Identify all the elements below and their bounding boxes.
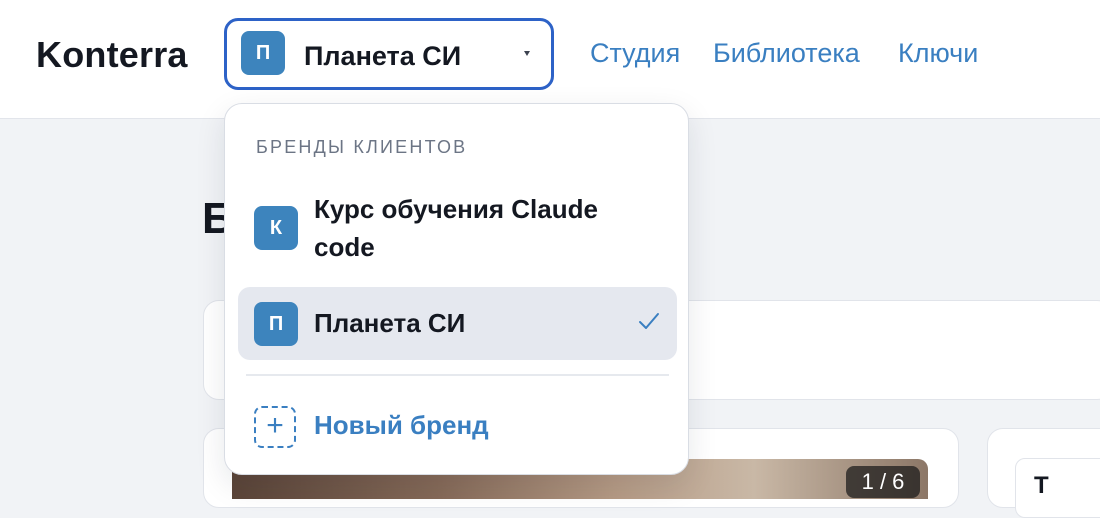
brand-select-value: Планета СИ (304, 41, 462, 71)
brand-option-label: Курс обучения Claude code (314, 194, 598, 262)
dropdown-divider (246, 374, 669, 376)
check-icon (639, 313, 659, 329)
brand-avatar: П (241, 31, 285, 75)
nav-link-library[interactable]: Библиотека (713, 38, 860, 69)
brand-dropdown-menu: БРЕНДЫ КЛИЕНТОВ К Курс обучения Claude c… (224, 103, 689, 475)
top-bar: Konterra П Планета СИ Студия Библиотека … (0, 0, 1100, 119)
dropdown-heading: БРЕНДЫ КЛИЕНТОВ (256, 137, 468, 157)
new-brand-label: Новый бренд (314, 410, 489, 440)
brand-option-planeta-si[interactable]: П Планета СИ (238, 287, 677, 360)
nav-link-studio[interactable]: Студия (590, 38, 680, 69)
new-brand-button[interactable]: + Новый бренд (238, 396, 677, 458)
media-counter-badge: 1 / 6 (846, 466, 920, 498)
brand-option-claude-course[interactable]: К Курс обучения Claude code (238, 184, 677, 272)
app-logo[interactable]: Konterra (36, 34, 188, 76)
nav-link-keys[interactable]: Ключи (898, 38, 978, 69)
caret-down-icon (524, 51, 530, 56)
plus-icon: + (254, 406, 296, 448)
brand-select[interactable]: П Планета СИ (224, 18, 554, 90)
brand-avatar: П (254, 302, 298, 346)
brand-avatar: К (254, 206, 298, 250)
side-card-inner (1015, 458, 1100, 518)
side-card-title: T (1034, 472, 1049, 499)
brand-option-label: Планета СИ (314, 308, 466, 338)
